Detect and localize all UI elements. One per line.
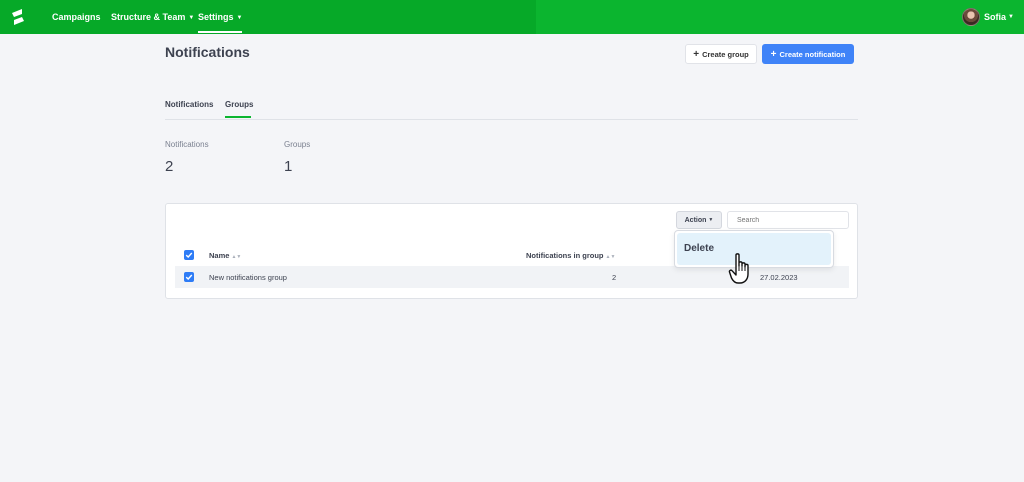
nav-structure-team-label: Structure & Team	[111, 12, 186, 22]
create-group-button[interactable]: + Create group	[685, 44, 757, 64]
stat-notifications-value: 2	[165, 158, 174, 175]
user-menu[interactable]: Sofia ▼	[962, 0, 1014, 34]
stat-notifications-label: Notifications	[165, 140, 209, 149]
create-group-label: Create group	[702, 49, 749, 59]
logo-icon[interactable]	[8, 7, 28, 27]
hand-pointer-icon	[728, 253, 749, 284]
tab-notifications[interactable]: Notifications	[165, 100, 213, 109]
nav-campaigns[interactable]: Campaigns	[52, 0, 101, 34]
chevron-down-icon: ▼	[708, 217, 714, 223]
search-input[interactable]	[727, 211, 849, 229]
column-header-notifications-in-group[interactable]: Notifications in group ▲▼	[526, 251, 615, 260]
tabs-divider	[165, 119, 858, 120]
plus-icon: +	[693, 48, 700, 60]
create-notification-button[interactable]: + Create notification	[762, 44, 854, 64]
chevron-down-icon: ▼	[236, 15, 243, 21]
nav-campaigns-label: Campaigns	[52, 12, 101, 22]
checkbox-checked-icon	[185, 252, 193, 258]
stat-groups-label: Groups	[284, 140, 311, 149]
checkbox-checked-icon	[185, 274, 193, 280]
plus-icon: +	[770, 48, 777, 60]
row-count: 2	[612, 273, 617, 282]
select-all-checkbox[interactable]	[184, 250, 194, 260]
user-name: Sofia	[984, 12, 1007, 22]
stat-groups-value: 1	[284, 158, 293, 175]
chevron-down-icon: ▼	[1008, 14, 1014, 20]
nav-settings-label: Settings	[198, 12, 234, 22]
column-header-name[interactable]: Name ▲▼	[209, 251, 241, 260]
column-header-name-label: Name	[209, 251, 230, 260]
sort-icon[interactable]: ▲▼	[606, 254, 616, 260]
action-dropdown-button[interactable]: Action ▼	[676, 211, 722, 229]
nav-structure-team[interactable]: Structure & Team ▼	[111, 0, 194, 34]
chevron-down-icon: ▼	[188, 15, 195, 21]
column-header-count-label: Notifications in group	[526, 251, 604, 260]
sort-icon[interactable]: ▲▼	[231, 254, 241, 260]
action-label: Action	[684, 216, 707, 224]
create-notification-label: Create notification	[779, 49, 846, 59]
avatar	[962, 8, 981, 26]
row-date: 27.02.2023	[760, 273, 798, 282]
page-title: Notifications	[165, 44, 250, 60]
active-tab-indicator	[225, 116, 251, 118]
row-name[interactable]: New notifications group	[209, 273, 287, 282]
nav-settings[interactable]: Settings ▼	[198, 0, 243, 34]
row-checkbox[interactable]	[184, 272, 194, 282]
top-navbar: Campaigns Structure & Team ▼ Settings ▼ So…	[0, 0, 1024, 34]
tab-groups[interactable]: Groups	[225, 100, 253, 109]
